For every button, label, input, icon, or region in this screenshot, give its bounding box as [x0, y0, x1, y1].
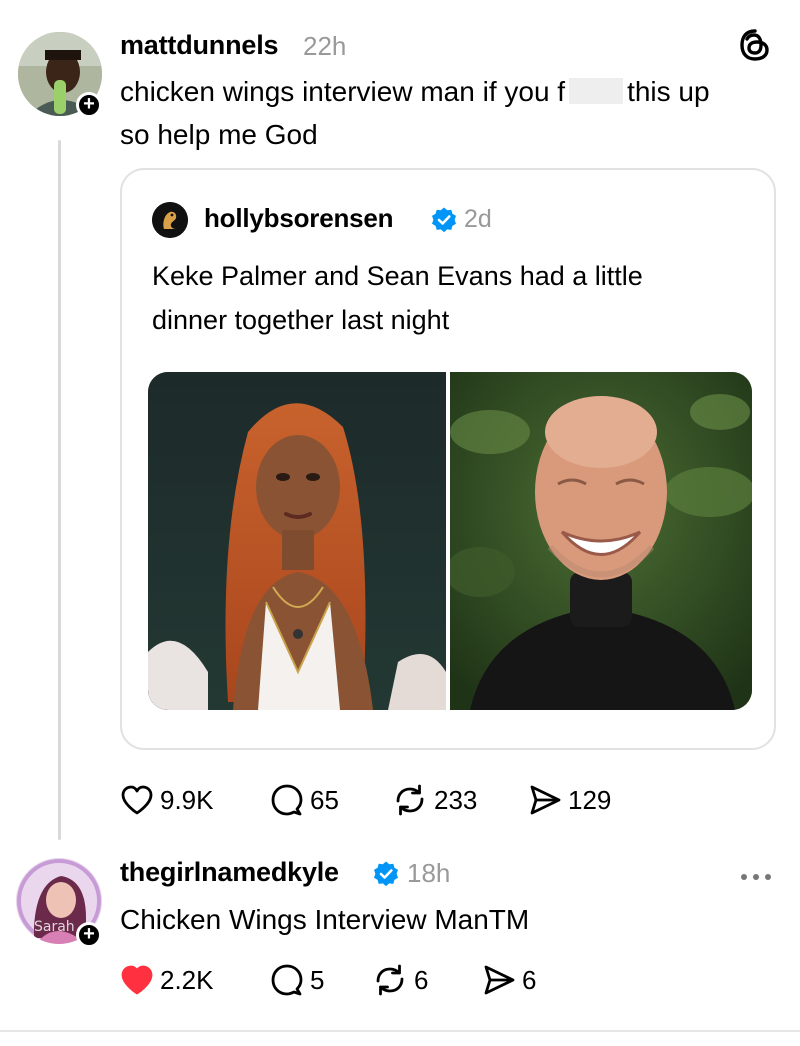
- svg-text:Sarah: Sarah: [34, 919, 75, 935]
- reply-reply-count: 5: [310, 964, 325, 995]
- follow-plus-icon[interactable]: +: [76, 922, 102, 948]
- divider: [0, 1030, 800, 1032]
- share-icon: [484, 965, 515, 995]
- repost-button[interactable]: 233: [392, 780, 477, 820]
- post-text-part1: chicken wings interview man if you f: [120, 76, 566, 107]
- reply-share-count: 6: [522, 964, 537, 995]
- reply-count: 65: [310, 784, 339, 815]
- comment-icon: [271, 964, 303, 996]
- repost-icon: [396, 784, 424, 816]
- reply-like-count: 2.2K: [160, 964, 214, 995]
- redacted-word: [569, 78, 624, 104]
- share-icon: [530, 785, 561, 815]
- repost-icon: [376, 964, 404, 996]
- post-text-part2: this up: [627, 76, 710, 107]
- reply-button[interactable]: 65: [270, 780, 339, 820]
- share-button[interactable]: 129: [528, 780, 611, 820]
- quote-text-line2: dinner together last night: [152, 305, 450, 335]
- follow-plus-icon[interactable]: +: [76, 92, 102, 118]
- quote-photo-right[interactable]: [450, 372, 752, 710]
- like-button[interactable]: 9.9K: [120, 780, 214, 820]
- quote-text: Keke Palmer and Sean Evans had a little …: [152, 254, 752, 342]
- quoted-post-card[interactable]: hollybsorensen 2d Keke Palmer and Sean E…: [120, 168, 776, 750]
- comment-icon: [271, 784, 303, 816]
- like-count: 9.9K: [160, 784, 214, 815]
- quote-photo-left[interactable]: [148, 372, 446, 710]
- reply-reply-button[interactable]: 5: [270, 960, 324, 1000]
- quote-time: 2d: [464, 205, 492, 233]
- heart-icon: [121, 965, 153, 995]
- reply-username[interactable]: thegirlnamedkyle: [120, 857, 339, 888]
- reply-time: 18h: [407, 858, 451, 888]
- quote-text-line1: Keke Palmer and Sean Evans had a little: [152, 261, 643, 291]
- more-icon[interactable]: [738, 870, 774, 882]
- post-text-line2: so help me God: [120, 119, 318, 150]
- reply-like-button[interactable]: 2.2K: [120, 960, 214, 1000]
- reply-text: Chicken Wings Interview ManTM: [120, 904, 530, 935]
- threads-logo-icon[interactable]: [738, 28, 772, 62]
- post-text: chicken wings interview man if you f this…: [120, 70, 770, 156]
- avatar-hollybsorensen[interactable]: [152, 202, 188, 238]
- thread-line: [58, 140, 61, 840]
- repost-count: 233: [434, 784, 478, 815]
- reply-share-button[interactable]: 6: [482, 960, 536, 1000]
- reply-repost-button[interactable]: 6: [372, 960, 428, 1000]
- verified-icon: [432, 207, 456, 233]
- post-time: 22h: [303, 31, 347, 61]
- post-username[interactable]: mattdunnels: [120, 30, 279, 61]
- reply-repost-count: 6: [414, 964, 429, 995]
- share-count: 129: [568, 784, 612, 815]
- quote-username[interactable]: hollybsorensen: [204, 203, 394, 234]
- verified-icon: [374, 861, 398, 887]
- heart-icon: [121, 785, 153, 815]
